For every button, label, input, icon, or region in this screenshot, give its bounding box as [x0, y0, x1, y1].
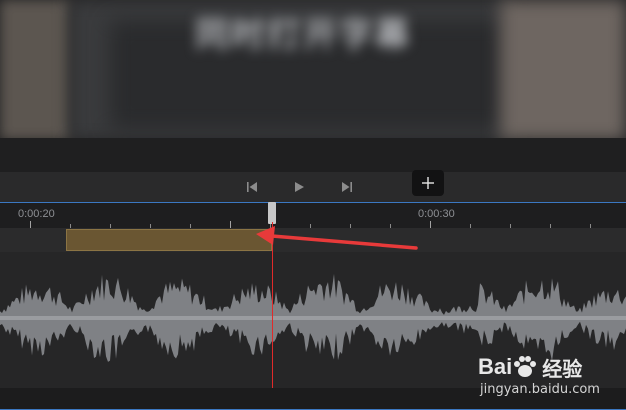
skip-forward-icon[interactable]: [339, 179, 355, 195]
skip-back-icon[interactable]: [244, 179, 260, 195]
preview-left-region: [0, 0, 70, 140]
ruler-label: 0:00:30: [418, 208, 455, 220]
playhead-line: [272, 222, 273, 388]
paw-icon: [514, 356, 537, 377]
play-icon[interactable]: [291, 179, 307, 195]
plus-icon: [422, 177, 434, 189]
watermark-url: jingyan.baidu.com: [480, 382, 600, 397]
add-button[interactable]: [412, 170, 444, 196]
timeline-ruler[interactable]: 0:00:20 0:00:30: [0, 202, 626, 229]
preview-caption: 同时打开字幕: [195, 16, 411, 54]
baidu-logo: Bai 经验: [478, 354, 583, 381]
waveform-centerline: [0, 316, 626, 320]
subtitle-clip[interactable]: [66, 229, 272, 251]
playback-controls: [0, 172, 626, 202]
video-preview: 同时打开字幕: [0, 0, 626, 172]
subtitle-track: [0, 228, 626, 252]
baidu-jingyan-watermark: Bai 经验 jingyan.baidu.com: [478, 352, 624, 402]
ruler-label: 0:00:20: [18, 208, 55, 220]
ruler-tick: [230, 221, 231, 228]
ruler-tick: [430, 221, 431, 228]
preview-bottom-band: [0, 138, 626, 172]
playhead-handle[interactable]: [268, 202, 276, 224]
ruler-tick: [30, 221, 31, 228]
preview-right-region: [500, 0, 626, 140]
